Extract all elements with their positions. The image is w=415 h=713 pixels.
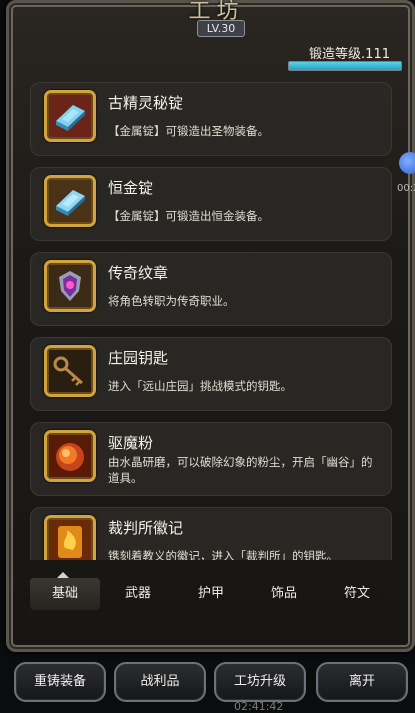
tab-rune[interactable]: 符文	[322, 578, 392, 610]
active-tab-indicator-icon	[57, 572, 69, 578]
item-name: 传奇纹章	[108, 264, 169, 282]
list-item[interactable]: 驱魔粉 由水晶研磨，可以破除幻象的粉尘，开启「幽谷」的道具。	[30, 422, 392, 496]
item-name: 裁判所徽记	[108, 519, 184, 537]
panel-title: 工坊	[188, 0, 245, 24]
item-description: 【金属锭】可锻造出圣物装备。	[108, 124, 269, 138]
item-name: 恒金锭	[108, 179, 154, 197]
material-list[interactable]: 古精灵秘锭 【金属锭】可锻造出圣物装备。 恒金锭 【金属锭】可锻造出恒金装备。 …	[30, 76, 392, 560]
floating-assistant-icon[interactable]	[399, 152, 415, 174]
clock-text: 02:41:42	[234, 700, 284, 713]
legend-crest-icon	[44, 260, 96, 312]
leave-button[interactable]: 离开	[316, 662, 408, 702]
forge-level-label: 锻造等级.111	[309, 47, 390, 62]
item-description: 镌刻着教义的徽记，进入「裁判所」的钥匙。	[108, 549, 338, 560]
list-item[interactable]: 古精灵秘锭 【金属锭】可锻造出圣物装备。	[30, 82, 392, 156]
forge-progress-fill	[289, 62, 401, 70]
forge-progress-bar	[288, 61, 402, 71]
level-badge: LV.30	[197, 20, 245, 37]
item-description: 【金属锭】可锻造出恒金装备。	[108, 209, 269, 223]
item-name: 古精灵秘锭	[108, 94, 184, 112]
item-description: 由水晶研磨，可以破除幻象的粉尘，开启「幽谷」的道具。	[108, 455, 373, 485]
key-icon	[44, 345, 96, 397]
category-tabs: 基础 武器 护甲 饰品 符文	[30, 572, 392, 610]
item-name: 驱魔粉	[108, 434, 154, 452]
tab-armor[interactable]: 护甲	[176, 578, 246, 610]
list-item[interactable]: 庄园钥匙 进入「远山庄园」挑战模式的钥匙。	[30, 337, 392, 411]
reforge-button[interactable]: 重铸装备	[14, 662, 106, 702]
tab-basic[interactable]: 基础	[30, 578, 100, 610]
side-timer-text: 00:2	[397, 183, 415, 194]
tab-weapon[interactable]: 武器	[103, 578, 173, 610]
workshop-upgrade-button[interactable]: 工坊升级	[214, 662, 306, 702]
item-name: 庄园钥匙	[108, 349, 169, 367]
item-description: 进入「远山庄园」挑战模式的钥匙。	[108, 379, 292, 393]
list-item[interactable]: 恒金锭 【金属锭】可锻造出恒金装备。	[30, 167, 392, 241]
list-item[interactable]: 裁判所徽记 镌刻着教义的徽记，进入「裁判所」的钥匙。	[30, 507, 392, 560]
tab-accessory[interactable]: 饰品	[249, 578, 319, 610]
item-description: 将角色转职为传奇职业。	[108, 294, 235, 308]
powder-icon	[44, 430, 96, 482]
insignia-icon	[44, 515, 96, 560]
blue-ingot-icon	[44, 175, 96, 227]
loot-button[interactable]: 战利品	[114, 662, 206, 702]
list-item[interactable]: 传奇纹章 将角色转职为传奇职业。	[30, 252, 392, 326]
blue-ingot-icon	[44, 90, 96, 142]
